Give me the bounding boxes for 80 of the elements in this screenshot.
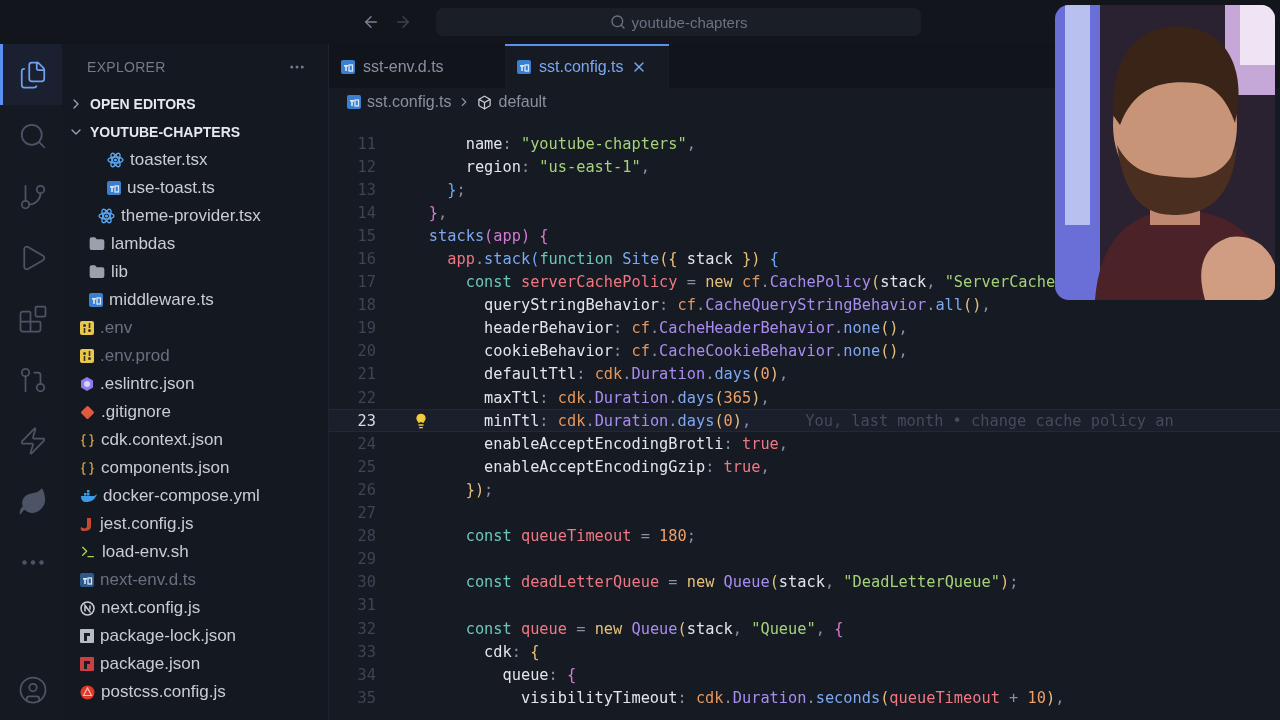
- activity-item[interactable]: [0, 44, 62, 105]
- jest-icon: [80, 516, 94, 532]
- blocks-icon: [17, 303, 48, 334]
- code-line: name: "youtube-chapters",: [465, 134, 696, 153]
- section-header[interactable]: YOUTUBE-CHAPTERS: [90, 124, 241, 140]
- atom-icon: [107, 152, 124, 168]
- file-item[interactable]: components.json: [101, 458, 230, 478]
- cube-icon: [477, 94, 493, 110]
- typescript-icon: [89, 293, 103, 307]
- code-line: enableAcceptEncodingBrotli: true,: [484, 434, 789, 453]
- code-line: const deadLetterQueue = new Queue(stack, "DeadLetterQueue");: [465, 573, 1019, 592]
- terminal-icon: [80, 544, 96, 560]
- folder-icon: [89, 236, 105, 252]
- whale-icon: [80, 489, 97, 503]
- code-line: const serverCachePolicy = new cf.CachePolicy(stack, "ServerCache: [465, 273, 1056, 292]
- package-icon: [80, 657, 94, 671]
- file-item[interactable]: load-env.sh: [102, 542, 189, 562]
- file-item[interactable]: .env: [100, 318, 133, 338]
- file-item[interactable]: lib: [111, 262, 128, 282]
- account-icon: [17, 674, 48, 705]
- file-item[interactable]: package.json: [100, 654, 201, 674]
- code-line: headerBehavior: cf.CacheHeaderBehavior.none(),: [484, 319, 908, 338]
- braces-icon: [80, 460, 95, 476]
- breadcrumb[interactable]: default: [477, 93, 547, 111]
- env-icon: [80, 349, 94, 363]
- line-number: 23: [356, 411, 376, 430]
- code-line: stacks(app) {: [428, 226, 549, 245]
- file-item[interactable]: use-toast.ts: [127, 178, 215, 198]
- code-line: region: "us-east-1",: [465, 157, 650, 176]
- more-icon: [21, 560, 44, 565]
- file-item[interactable]: theme-provider.tsx: [121, 206, 261, 226]
- typescript-icon: [80, 573, 94, 587]
- file-item[interactable]: next-env.d.ts: [100, 570, 197, 590]
- code-line: },: [428, 203, 448, 222]
- folder-icon: [89, 264, 105, 280]
- code-line: visibilityTimeout: cdk.Duration.seconds(queueTimeout + 10),: [520, 688, 1065, 707]
- file-item[interactable]: docker-compose.yml: [103, 486, 260, 506]
- code-line: app.stack(function Site({ stack }) {: [447, 250, 779, 268]
- hexagon-icon: [80, 377, 94, 391]
- typescript-icon: [341, 60, 355, 74]
- circle-n-icon: [80, 600, 95, 616]
- file-item[interactable]: jest.config.js: [100, 514, 194, 534]
- lightbulb-icon[interactable]: [413, 413, 429, 430]
- typescript-icon: [517, 60, 531, 74]
- code-line: minTtl: cdk.Duration.days(0),: [484, 411, 752, 430]
- typescript-icon: [107, 181, 121, 195]
- atom-icon: [98, 208, 115, 224]
- file-item[interactable]: next.config.js: [101, 598, 201, 618]
- typescript-icon: [347, 95, 361, 109]
- braces-icon: [80, 432, 95, 448]
- code-line: queue: {: [502, 665, 577, 684]
- file-item[interactable]: middleware.ts: [109, 290, 214, 310]
- package-icon: [80, 629, 94, 643]
- code-line: defaultTtl: cdk.Duration.days(0),: [484, 365, 789, 384]
- search-icon: [609, 14, 626, 30]
- code-line: const queue = new Queue(stack, "Queue", {: [465, 619, 844, 638]
- code-line: };: [447, 180, 466, 199]
- code-line: const queueTimeout = 180;: [465, 527, 696, 546]
- code-line: queryStringBehavior: cf.CacheQueryStringBehavior.all(),: [484, 296, 991, 315]
- file-item[interactable]: .env.prod: [100, 346, 170, 366]
- file-item[interactable]: .eslintrc.json: [100, 374, 195, 394]
- leaf-icon: [17, 486, 48, 517]
- code-line: cdk: {: [484, 642, 540, 661]
- explorer-title: EXPLORER: [87, 59, 166, 75]
- code-line: cookieBehavior: cf.CacheCookieBehavior.none(),: [484, 342, 908, 361]
- code-line: maxTtl: cdk.Duration.days(365),: [484, 388, 770, 407]
- postcss-icon: [80, 684, 95, 700]
- breadcrumb[interactable]: sst.config.ts: [347, 93, 452, 111]
- editor-tab[interactable]: sst.config.ts: [505, 44, 669, 88]
- file-item[interactable]: toaster.tsx: [130, 150, 208, 170]
- file-item[interactable]: lambdas: [111, 234, 176, 254]
- file-item[interactable]: postcss.config.js: [101, 682, 226, 702]
- code-line: });: [465, 480, 494, 499]
- file-item[interactable]: .gitignore: [101, 402, 171, 422]
- file-item[interactable]: cdk.context.json: [101, 430, 223, 450]
- code-line: enableAcceptEncodingGzip: true,: [484, 457, 770, 476]
- section-header[interactable]: OPEN EDITORS: [90, 96, 196, 112]
- env-icon: [80, 321, 94, 335]
- file-item[interactable]: package-lock.json: [100, 626, 237, 646]
- editor-tab[interactable]: sst-env.d.ts: [329, 44, 495, 88]
